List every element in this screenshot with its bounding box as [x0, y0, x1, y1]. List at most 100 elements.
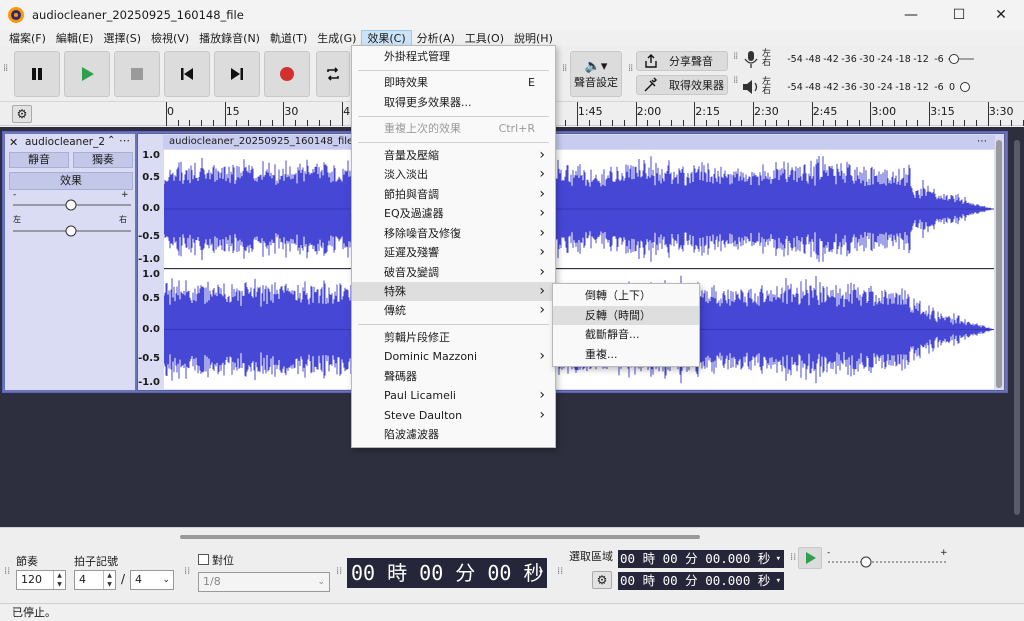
- mute-button[interactable]: 靜音: [9, 152, 69, 168]
- pause-button[interactable]: [14, 51, 60, 97]
- stepper-icon[interactable]: ▲ ▼: [103, 571, 115, 589]
- record-meter[interactable]: 左 右 -54 -48 -42 -36 -30 -24 -18 -12 -6: [740, 48, 1024, 70]
- track-area-scrollbar[interactable]: [1014, 140, 1020, 515]
- maximize-button[interactable]: ☐: [936, 0, 982, 30]
- menu-help[interactable]: 說明(H): [509, 31, 558, 46]
- scale-label: 0.0: [142, 203, 160, 214]
- menu-edit[interactable]: 編輯(E): [51, 31, 99, 46]
- track-menu-icon[interactable]: ⋯: [119, 134, 130, 147]
- share-audio-button[interactable]: 分享聲音: [636, 51, 728, 71]
- effects-button[interactable]: 效果: [9, 172, 133, 190]
- waveform-channel-left[interactable]: [163, 150, 994, 268]
- menu-tracks[interactable]: 軌道(T): [265, 31, 312, 46]
- time-signature-numerator[interactable]: 4 ▲ ▼: [74, 570, 116, 590]
- toolbar-grip-icon[interactable]: ⁞⁞: [790, 552, 796, 563]
- skip-to-end-button[interactable]: [214, 51, 260, 97]
- stepper-icon[interactable]: ▲ ▼: [53, 571, 65, 589]
- horizontal-scrollbar[interactable]: [180, 535, 700, 539]
- menu-item[interactable]: 延遲及殘響 ›: [352, 243, 555, 262]
- audio-setup-button[interactable]: 🔈▾ 聲音設定: [570, 51, 622, 97]
- menu-item[interactable]: 外掛程式管理: [352, 47, 555, 66]
- snap-checkbox[interactable]: [198, 554, 209, 565]
- track-name[interactable]: audiocleaner_2025: [25, 136, 105, 148]
- vertical-scrollbar[interactable]: [996, 140, 1002, 388]
- gain-slider[interactable]: [13, 198, 131, 212]
- menu-item-label: 剪輯片段修正: [384, 330, 450, 344]
- menu-item[interactable]: Dominic Mazzoni ›: [352, 347, 555, 366]
- close-button[interactable]: ✕: [978, 0, 1024, 30]
- pan-slider[interactable]: [13, 224, 131, 238]
- menu-select[interactable]: 選擇(S): [98, 31, 146, 46]
- menu-item[interactable]: 取得更多效果器...: [352, 93, 555, 112]
- play-button[interactable]: [64, 51, 110, 97]
- scale-label: 1.0: [142, 269, 160, 280]
- menu-item[interactable]: 反轉（時間）: [553, 305, 699, 325]
- main-time-display[interactable]: 00 時 00 分 00 秒 ▾: [347, 558, 547, 588]
- tempo-input[interactable]: 120 ▲ ▼: [16, 570, 66, 590]
- menu-view[interactable]: 檢視(V): [146, 31, 194, 46]
- toolbar-grip-icon[interactable]: ⁞⁞: [336, 566, 342, 577]
- clip-header[interactable]: audiocleaner_20250925_160148_file ⋯: [163, 135, 995, 149]
- toolbar-grip-icon[interactable]: ⁞⁞: [4, 566, 10, 577]
- stop-button[interactable]: [114, 51, 160, 97]
- menu-item[interactable]: 節拍與音調 ›: [352, 185, 555, 204]
- menu-item[interactable]: 淡入淡出 ›: [352, 165, 555, 184]
- record-button[interactable]: [264, 51, 310, 97]
- menu-item[interactable]: 截斷靜音...: [553, 325, 699, 345]
- menu-file[interactable]: 檔案(F): [4, 31, 51, 46]
- ruler-major-tick: [166, 102, 167, 126]
- playback-meter[interactable]: 左 右 -54 -48 -42 -36 -30 -24 -18 -12 -6 0: [740, 76, 1024, 98]
- close-track-icon[interactable]: ✕: [9, 136, 18, 149]
- menu-item[interactable]: 特殊 ›: [352, 281, 555, 302]
- loop-button[interactable]: [316, 51, 350, 97]
- menu-tools[interactable]: 工具(O): [460, 31, 509, 46]
- menu-generate[interactable]: 生成(G): [312, 31, 361, 46]
- playback-volume-slider[interactable]: [956, 80, 972, 94]
- ruler-minor-tick: [177, 120, 179, 126]
- timeline-settings-gear-icon[interactable]: ⚙: [12, 105, 32, 123]
- meter-grip-icon[interactable]: ⁞⁞: [733, 76, 739, 92]
- menu-item[interactable]: Paul Licameli ›: [352, 386, 555, 405]
- skip-to-start-button[interactable]: [164, 51, 210, 97]
- time-signature-denominator[interactable]: 4 ⌄: [130, 570, 174, 590]
- menu-item[interactable]: 即時效果 E: [352, 73, 555, 92]
- menu-item[interactable]: 傳統 ›: [352, 301, 555, 320]
- menu-item[interactable]: 聲碼器: [352, 367, 555, 386]
- play-at-speed-button[interactable]: [798, 547, 822, 569]
- selection-settings-gear-icon[interactable]: ⚙: [592, 571, 612, 589]
- chevron-down-icon: ⌄: [317, 577, 325, 587]
- timeline-ruler[interactable]: 01530451:001:151:301:452:002:152:302:453…: [163, 102, 1024, 126]
- menu-effect[interactable]: 效果(C): [361, 29, 412, 47]
- special-submenu: 倒轉（上下） 反轉（時間） 截斷靜音... 重複...: [552, 283, 700, 367]
- playback-speed-slider[interactable]: [828, 555, 946, 569]
- stop-icon: [131, 68, 143, 80]
- ruler-minor-tick: [236, 120, 238, 126]
- play-icon: [82, 67, 94, 81]
- selection-end-time[interactable]: 00 時 00 分 00.000 秒 ▾: [618, 572, 784, 590]
- toolbar-grip-icon[interactable]: ⁞⁞: [184, 566, 190, 577]
- toolbar-grip-icon[interactable]: ⁞⁞: [562, 64, 568, 80]
- get-effects-button[interactable]: 取得效果器: [636, 75, 728, 95]
- toolbar-grip-icon[interactable]: ⁞⁞: [557, 566, 563, 577]
- menu-item[interactable]: 音量及壓縮 ›: [352, 146, 555, 165]
- menu-transport[interactable]: 播放錄音(N): [194, 31, 265, 46]
- menu-item[interactable]: 移除噪音及修復 ›: [352, 224, 555, 243]
- snap-select[interactable]: 1/8 ⌄: [198, 572, 330, 592]
- menu-item[interactable]: 破音及變調 ›: [352, 263, 555, 282]
- record-volume-slider[interactable]: [948, 52, 974, 66]
- minimize-button[interactable]: —: [888, 0, 934, 30]
- toolbar-grip-icon[interactable]: ⁞⁞: [628, 64, 634, 80]
- selection-start-time[interactable]: 00 時 00 分 00.000 秒 ▾: [618, 550, 784, 568]
- menu-item[interactable]: EQ及過濾器 ›: [352, 204, 555, 223]
- menu-analyze[interactable]: 分析(A): [412, 31, 460, 46]
- clip-menu-icon[interactable]: ⋯: [977, 135, 987, 148]
- collapse-track-icon[interactable]: ⌃: [107, 135, 115, 146]
- menu-item[interactable]: Steve Daulton ›: [352, 406, 555, 425]
- menu-item[interactable]: 倒轉（上下）: [553, 286, 699, 306]
- menu-item[interactable]: 陷波濾波器: [352, 425, 555, 444]
- menu-item[interactable]: 剪輯片段修正: [352, 328, 555, 347]
- solo-button[interactable]: 獨奏: [73, 152, 133, 168]
- toolbar-grip-icon[interactable]: ⁞⁞: [3, 64, 9, 80]
- meter-grip-icon[interactable]: ⁞⁞: [733, 52, 739, 68]
- menu-item[interactable]: 重複...: [553, 345, 699, 365]
